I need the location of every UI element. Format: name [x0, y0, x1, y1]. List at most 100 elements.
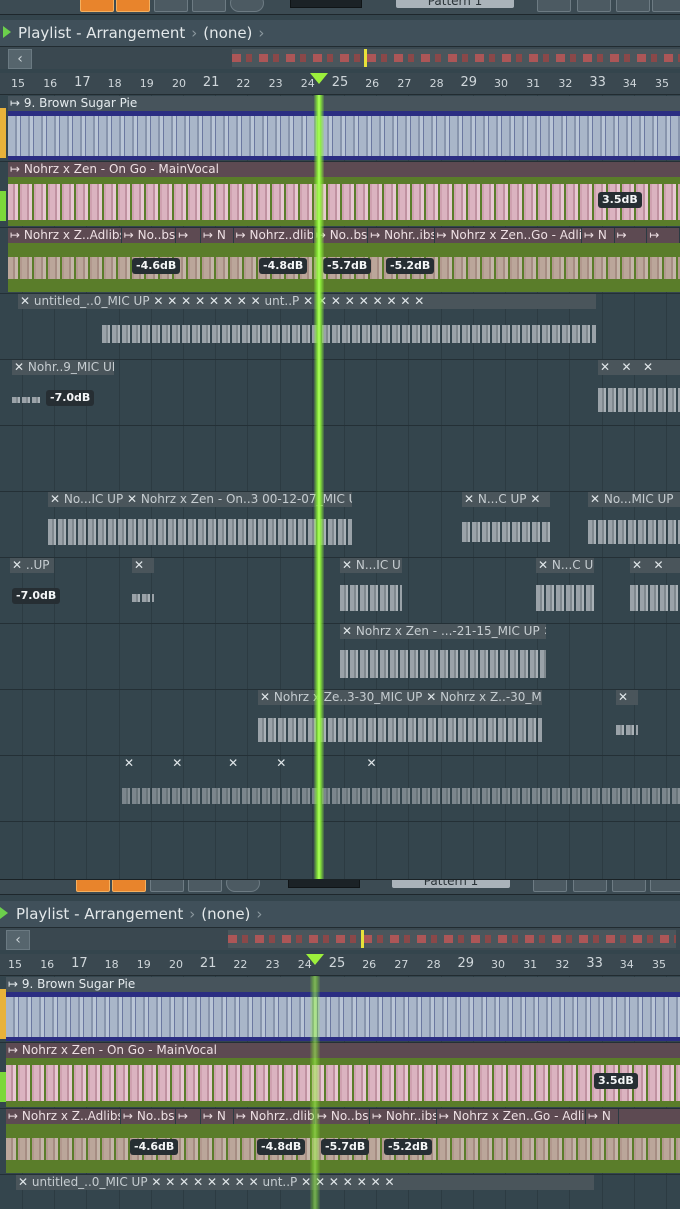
- segment[interactable]: ↦ Nohrz..dlibs: [234, 1109, 315, 1124]
- pattern-song-toggle[interactable]: [116, 0, 150, 12]
- segment[interactable]: ↦ Nohr..ibs: [368, 228, 435, 243]
- close-icon[interactable]: ✕: [260, 690, 270, 704]
- playhead-line[interactable]: [310, 976, 320, 1209]
- close-icon[interactable]: ✕: [134, 558, 144, 572]
- audio-clip-brown-sugar-pie[interactable]: ↦ 9. Brown Sugar Pie: [8, 96, 680, 160]
- close-icon[interactable]: ✕: [359, 294, 369, 308]
- segment[interactable]: ↦ N: [582, 228, 615, 243]
- tool-button-2[interactable]: [188, 880, 222, 892]
- playlist-titlebar[interactable]: Playlist - Arrangement › (none) ›: [0, 901, 680, 928]
- close-icon[interactable]: ✕: [384, 1175, 394, 1189]
- segment[interactable]: ↦: [176, 1109, 201, 1124]
- audio-clip-mic-up-7b[interactable]: ✕ N...C UP ✕: [462, 492, 550, 556]
- close-icon[interactable]: ✕: [343, 1175, 353, 1189]
- tempo-display[interactable]: [290, 0, 362, 8]
- close-icon[interactable]: ✕: [221, 1175, 231, 1189]
- audio-clip-adlibs[interactable]: ↦ Nohrz x Z..Adlibs ↦ No..bs ↦ ↦ N ↦ Noh…: [8, 228, 680, 292]
- segment[interactable]: ↦ Nohrz x Zen..Go - Adlibs: [437, 1109, 586, 1124]
- record-button[interactable]: [76, 880, 110, 892]
- toolbar-icon-c[interactable]: [612, 880, 646, 892]
- close-icon[interactable]: ✕: [249, 1175, 259, 1189]
- audio-clip-mainvocal[interactable]: ↦ Nohrz x Zen - On Go - MainVocal 3.5dB: [6, 1043, 680, 1107]
- close-icon[interactable]: ✕: [181, 294, 191, 308]
- timeline-ruler[interactable]: 15 16 17 18 19 20 21 22 23 24 25 26 27 28 29 30 31 32 33 34…: [0, 73, 680, 95]
- segment[interactable]: ↦: [647, 228, 680, 243]
- segment[interactable]: ↦ Nohrz..dlibs: [234, 228, 314, 243]
- close-icon[interactable]: ✕: [124, 756, 134, 770]
- horizontal-scrollbar[interactable]: ‹: [0, 928, 680, 950]
- playhead-marker-icon[interactable]: [310, 73, 328, 84]
- audio-clip-mic-up-7a[interactable]: ✕ No...IC UP ✕ Nohrz x Zen - On..3 00-12…: [48, 492, 352, 556]
- segment[interactable]: ↦ No..bs: [122, 228, 177, 243]
- playhead-line[interactable]: [314, 95, 324, 880]
- audio-clip-mainvocal[interactable]: ↦ Nohrz x Zen - On Go - MainVocal 3.5dB: [8, 162, 680, 226]
- audio-clip-mic-up-5b[interactable]: ✕ ✕ ✕: [598, 360, 680, 424]
- segment[interactable]: ↦ Nohrz x Zen..Go - Adlibs: [435, 228, 582, 243]
- metronome-icon[interactable]: [230, 0, 264, 12]
- segment[interactable]: ↦ N: [201, 1109, 234, 1124]
- close-icon[interactable]: ✕: [643, 360, 653, 374]
- audio-clip-mic-up-group[interactable]: ✕ untitled_..0_MIC UP ✕ ✕ ✕ ✕ ✕ ✕ ✕ ✕ un…: [18, 294, 596, 358]
- audio-clip-mic-up-8b[interactable]: ✕: [132, 558, 154, 622]
- close-icon[interactable]: ✕: [14, 360, 24, 374]
- tool-button[interactable]: [150, 880, 184, 892]
- window-menu-arrow-icon[interactable]: [0, 907, 8, 919]
- close-icon[interactable]: ✕: [235, 1175, 245, 1189]
- close-icon[interactable]: ✕: [167, 294, 177, 308]
- segment[interactable]: ↦ No..bs: [315, 1109, 370, 1124]
- audio-clip-mic-up-8e[interactable]: ✕ ✕: [630, 558, 680, 622]
- audio-clip-mic-up-8c[interactable]: ✕ N...IC UP: [340, 558, 402, 622]
- pattern-selector[interactable]: Pattern 1: [396, 0, 514, 8]
- horizontal-scrollbar[interactable]: ‹: [0, 47, 680, 69]
- close-icon[interactable]: ✕: [153, 294, 163, 308]
- pattern-song-toggle[interactable]: [112, 880, 146, 892]
- audio-clip-mic-up-5a[interactable]: ✕ Nohr..9_MIC UP -7.0dB: [12, 360, 114, 424]
- close-icon[interactable]: ✕: [342, 624, 352, 638]
- clip-source-selector[interactable]: (none): [201, 905, 250, 923]
- close-icon[interactable]: ✕: [544, 624, 546, 638]
- close-icon[interactable]: ✕: [127, 492, 137, 506]
- segment[interactable]: ↦: [615, 228, 648, 243]
- audio-clip-adlibs[interactable]: ↦ Nohrz x Z..Adlibs ↦ No..bs ↦ ↦ N ↦ Noh…: [6, 1109, 680, 1173]
- close-icon[interactable]: ✕: [20, 294, 30, 308]
- tempo-display[interactable]: [288, 880, 360, 888]
- clip-source-arrow-icon[interactable]: ›: [256, 905, 262, 923]
- tracks-area[interactable]: ↦ 9. Brown Sugar Pie ↦ Nohrz x Zen - On …: [0, 976, 680, 1209]
- close-icon[interactable]: ✕: [193, 1175, 203, 1189]
- toolbar-icon-d[interactable]: [650, 880, 680, 892]
- audio-clip-mic-up-7c[interactable]: ✕ No...MIC UP: [588, 492, 680, 556]
- close-icon[interactable]: ✕: [538, 558, 548, 572]
- toolbar-icon-a[interactable]: [537, 0, 571, 12]
- scroll-position-marker[interactable]: [364, 49, 367, 67]
- toolbar-icon-b[interactable]: [573, 880, 607, 892]
- toolbar-icon-a[interactable]: [533, 880, 567, 892]
- scroll-left-button[interactable]: ‹: [8, 49, 32, 69]
- close-icon[interactable]: ✕: [165, 1175, 175, 1189]
- close-icon[interactable]: ✕: [414, 294, 424, 308]
- toolbar-icon-c[interactable]: [616, 0, 650, 12]
- close-icon[interactable]: ✕: [464, 492, 474, 506]
- audio-clip-mic-up-11[interactable]: ✕ ✕ ✕ ✕ ✕: [122, 756, 680, 820]
- tool-button[interactable]: [154, 0, 188, 12]
- playlist-titlebar[interactable]: Playlist - Arrangement › (none) ›: [0, 20, 680, 47]
- segment[interactable]: ↦ Nohrz x Z..Adlibs: [6, 1109, 121, 1124]
- close-icon[interactable]: ✕: [618, 690, 628, 704]
- tracks-area[interactable]: ↦ 9. Brown Sugar Pie ↦ Nohrz x Zen - On …: [0, 95, 680, 880]
- close-icon[interactable]: ✕: [371, 1175, 381, 1189]
- scroll-left-button[interactable]: ‹: [6, 930, 30, 950]
- close-icon[interactable]: ✕: [373, 294, 383, 308]
- segment[interactable]: ↦ N: [201, 228, 234, 243]
- timeline-ruler[interactable]: 15 16 17 18 19 20 21 22 23 24 25 26 27 28 29 30 31 32 33 34…: [0, 954, 680, 976]
- close-icon[interactable]: ✕: [50, 492, 60, 506]
- audio-clip-mic-up-group[interactable]: ✕ untitled_..0_MIC UP ✕ ✕ ✕ ✕ ✕ ✕ ✕ ✕ un…: [16, 1175, 594, 1209]
- close-icon[interactable]: ✕: [342, 558, 352, 572]
- toolbar-icon-d[interactable]: [652, 0, 680, 12]
- close-icon[interactable]: ✕: [172, 756, 182, 770]
- toolbar-icon-b[interactable]: [577, 0, 611, 12]
- close-icon[interactable]: ✕: [654, 558, 664, 572]
- close-icon[interactable]: ✕: [223, 294, 233, 308]
- clip-source-selector[interactable]: (none): [203, 24, 252, 42]
- record-button[interactable]: [80, 0, 114, 12]
- close-icon[interactable]: ✕: [386, 294, 396, 308]
- close-icon[interactable]: ✕: [237, 294, 247, 308]
